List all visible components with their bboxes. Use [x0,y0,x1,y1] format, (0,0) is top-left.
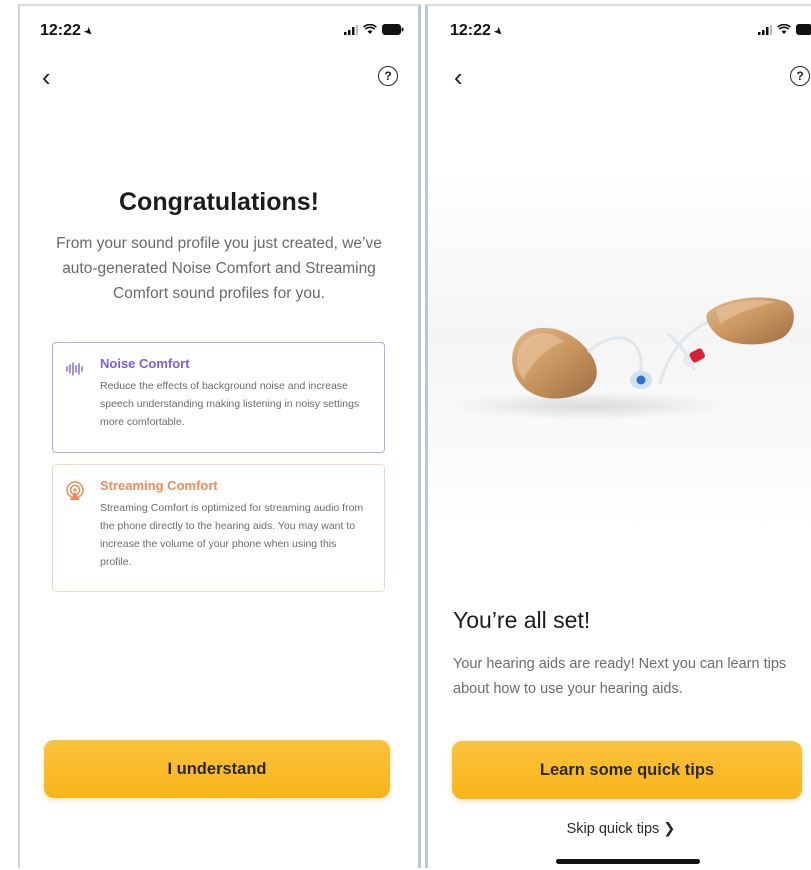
chevron-right-icon: ❯ [663,821,676,837]
streaming-comfort-card: Streaming Comfort Streaming Comfort is o… [52,464,385,592]
congratulations-screen: 12:22➤ ‹ ? Congratulations! From your so… [18,4,421,868]
wifi-icon [363,24,377,34]
help-icon[interactable]: ? [790,66,810,86]
noise-comfort-card: Noise Comfort Reduce the effects of back… [52,342,385,453]
card-description: Reduce the effects of background noise a… [100,380,360,428]
location-arrow-icon: ➤ [80,24,96,40]
page-title: Congratulations! [119,188,319,216]
wifi-icon [777,24,791,34]
status-icons [344,24,404,35]
sound-wave-icon [66,362,83,376]
page-subtitle: Your hearing aids are ready! Next you ca… [453,656,787,697]
card-title: Streaming Comfort [100,478,218,493]
home-indicator[interactable] [556,859,700,864]
status-bar: 12:22➤ [428,18,811,44]
battery-icon [382,24,404,35]
page-subtitle: From your sound profile you just created… [56,235,382,302]
location-arrow-icon: ➤ [490,24,506,40]
learn-quick-tips-button[interactable]: Learn some quick tips [452,741,802,799]
status-icons [758,24,811,35]
status-time: 12:22➤ [450,22,506,40]
battery-icon [796,24,811,35]
help-icon[interactable]: ? [378,66,398,86]
status-bar: 12:22➤ [20,18,418,44]
signal-icon [758,24,772,35]
page-title: You’re all set! [453,607,591,633]
hearing-aids-image [428,174,811,529]
skip-quick-tips-link[interactable]: Skip quick tips ❯ [428,821,811,837]
all-set-screen: 12:22➤ ‹ ? You’re all set! Your hearing … [425,4,811,868]
back-chevron-icon[interactable]: ‹ [454,64,463,90]
i-understand-button[interactable]: I understand [44,740,390,798]
skip-label: Skip quick tips [566,821,660,837]
hearing-aids-illustration [448,297,794,420]
signal-icon [344,24,358,35]
card-description: Streaming Comfort is optimized for strea… [100,502,364,568]
streaming-icon [66,481,84,500]
back-chevron-icon[interactable]: ‹ [42,64,51,90]
status-time: 12:22➤ [40,22,96,40]
card-title: Noise Comfort [100,356,190,371]
